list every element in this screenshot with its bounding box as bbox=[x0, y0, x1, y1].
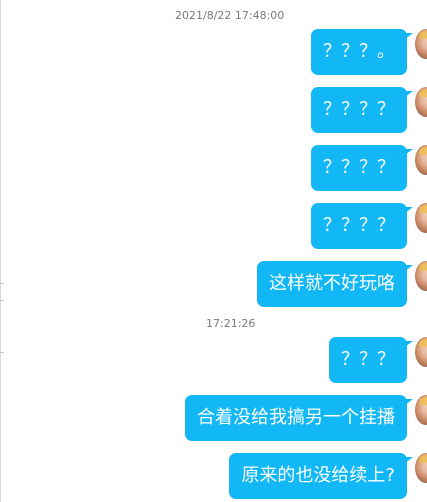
message-text: ？？？。 bbox=[323, 41, 395, 62]
message-bubble[interactable]: 合着没给我搞另一个挂播 bbox=[185, 395, 413, 441]
message-bubble[interactable]: 原来的也没给续上? bbox=[229, 453, 413, 499]
edge-mark bbox=[0, 283, 4, 284]
message-text: ？？？ bbox=[341, 349, 395, 370]
message-bubble[interactable]: ？？？。 bbox=[311, 29, 413, 75]
message-text: 原来的也没给续上? bbox=[241, 465, 395, 486]
user-avatar-icon[interactable] bbox=[415, 203, 427, 233]
bubble-tail bbox=[405, 33, 413, 39]
message-bubble[interactable]: ？？？？ bbox=[311, 203, 413, 249]
timestamp: 2021/8/22 17:48:00 bbox=[175, 9, 285, 22]
bubble-tail bbox=[405, 265, 413, 271]
user-avatar-icon[interactable] bbox=[415, 453, 427, 483]
message-bubble[interactable]: ？？？？ bbox=[311, 145, 413, 191]
user-avatar-icon[interactable] bbox=[415, 145, 427, 175]
user-avatar-icon[interactable] bbox=[415, 337, 427, 367]
message-bubble[interactable]: ？？？ bbox=[329, 337, 413, 383]
user-avatar-icon[interactable] bbox=[415, 395, 427, 425]
message-text: ？？？？ bbox=[323, 99, 395, 120]
message-text: 合着没给我搞另一个挂播 bbox=[197, 407, 395, 428]
bubble-tail bbox=[405, 457, 413, 463]
window-left-border bbox=[0, 0, 1, 502]
bubble-tail bbox=[405, 341, 413, 347]
bubble-tail bbox=[405, 149, 413, 155]
message-text: ？？？？ bbox=[323, 215, 395, 236]
message-text: ？？？？ bbox=[323, 157, 395, 178]
edge-mark bbox=[0, 352, 4, 353]
message-bubble[interactable]: ？？？？ bbox=[311, 87, 413, 133]
timestamp: 17:21:26 bbox=[206, 317, 256, 330]
message-text: 这样就不好玩咯 bbox=[269, 273, 395, 294]
bubble-tail bbox=[405, 207, 413, 213]
user-avatar-icon[interactable] bbox=[415, 29, 427, 59]
user-avatar-icon[interactable] bbox=[415, 261, 427, 291]
bubble-tail bbox=[405, 91, 413, 97]
edge-mark bbox=[0, 300, 4, 301]
bubble-tail bbox=[405, 399, 413, 405]
user-avatar-icon[interactable] bbox=[415, 87, 427, 117]
message-bubble[interactable]: 这样就不好玩咯 bbox=[257, 261, 413, 307]
